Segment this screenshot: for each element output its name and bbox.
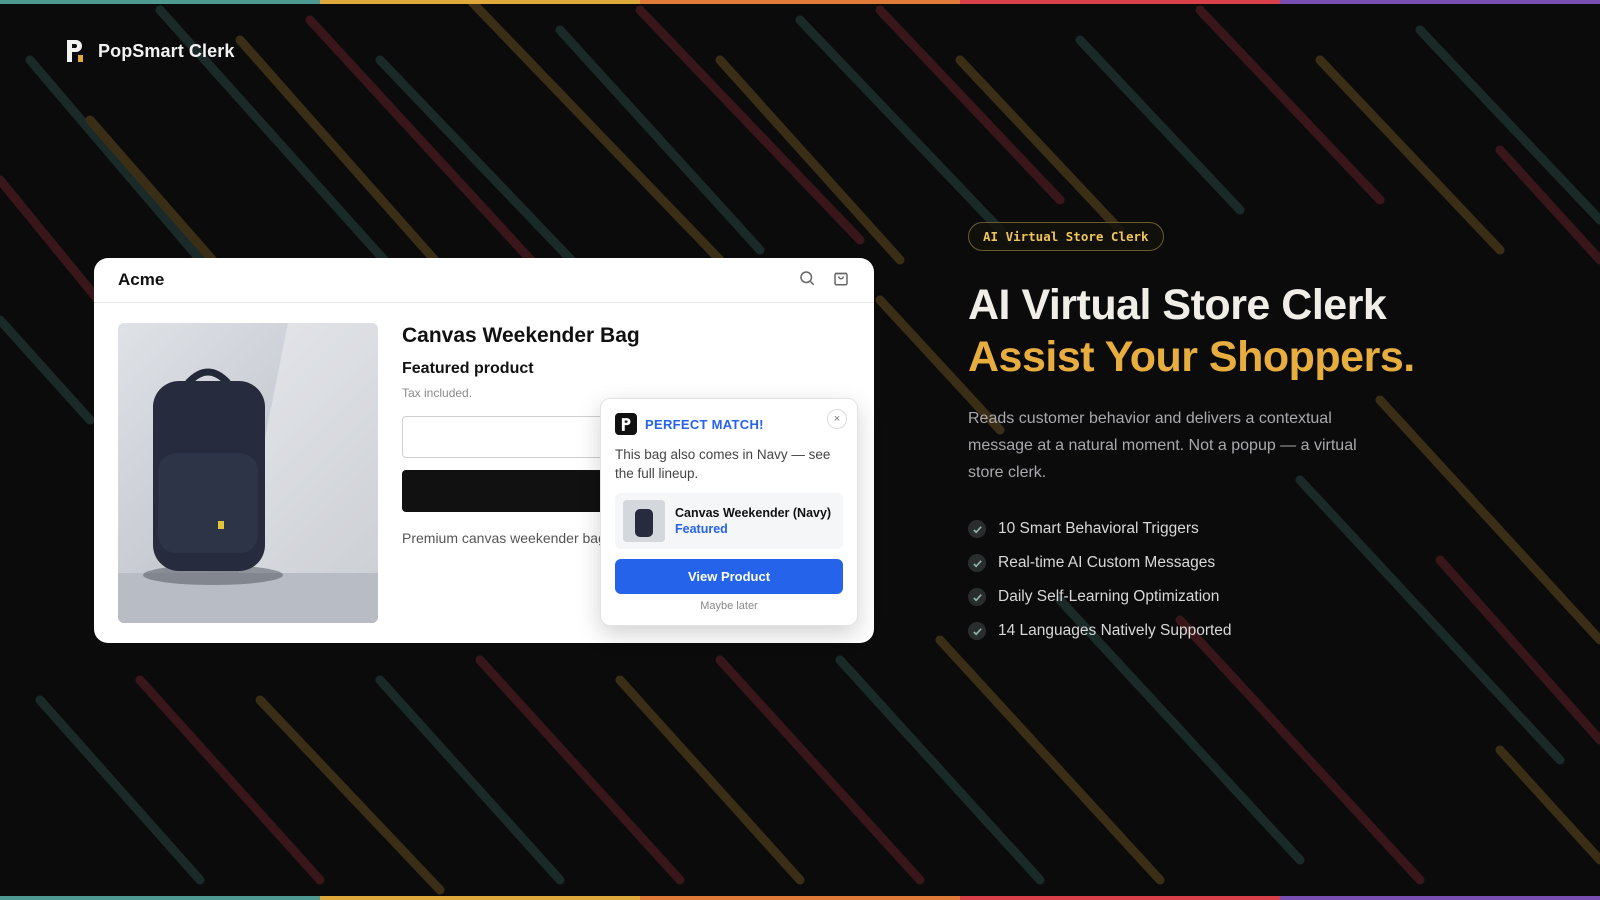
store-header: Acme xyxy=(94,258,874,303)
top-color-stripe xyxy=(0,0,1600,4)
feature-label: 14 Languages Natively Supported xyxy=(998,622,1232,639)
check-icon xyxy=(968,520,986,538)
feature-item: 10 Smart Behavioral Triggers xyxy=(968,512,1528,546)
hero-description: Reads customer behavior and delivers a c… xyxy=(968,410,1357,481)
feature-label: Daily Self-Learning Optimization xyxy=(998,588,1220,605)
feature-item: Daily Self-Learning Optimization xyxy=(968,580,1528,614)
bottom-color-stripe xyxy=(0,896,1600,900)
hero-section: AI Virtual Store Clerk AI Virtual Store … xyxy=(968,222,1528,648)
hero-title: AI Virtual Store Clerk xyxy=(968,281,1387,329)
product-subtitle: Featured product xyxy=(402,360,534,377)
close-icon[interactable]: × xyxy=(827,409,847,429)
brand-name: PopSmart Clerk xyxy=(98,40,235,61)
feature-list: 10 Smart Behavioral Triggers Real-time A… xyxy=(968,512,1528,648)
feature-item: Real-time AI Custom Messages xyxy=(968,546,1528,580)
popup-product-card[interactable]: Canvas Weekender (Navy) Featured xyxy=(615,493,843,549)
view-product-button[interactable]: View Product xyxy=(615,559,843,594)
product-thumbnail xyxy=(623,500,665,542)
store-name[interactable]: Acme xyxy=(118,270,164,290)
popup-product-tag: Featured xyxy=(675,522,728,536)
check-icon xyxy=(968,588,986,606)
check-icon xyxy=(968,622,986,640)
check-icon xyxy=(968,554,986,572)
maybe-later-link[interactable]: Maybe later xyxy=(615,600,843,612)
search-icon[interactable] xyxy=(798,269,816,292)
popsmart-logo-icon xyxy=(615,413,637,435)
shopping-bag-icon[interactable] xyxy=(832,269,850,292)
hero-title-highlight: Assist Your Shoppers. xyxy=(968,333,1415,381)
feature-item: 14 Languages Natively Supported xyxy=(968,614,1528,648)
clerk-popup: PERFECT MATCH! × This bag also comes in … xyxy=(600,398,858,626)
popup-badge: PERFECT MATCH! xyxy=(645,416,764,432)
popup-product-name: Canvas Weekender (Navy) xyxy=(675,506,832,520)
feature-label: 10 Smart Behavioral Triggers xyxy=(998,520,1199,537)
hero-pill: AI Virtual Store Clerk xyxy=(968,222,1164,251)
product-title: Canvas Weekender Bag xyxy=(402,324,640,347)
brand-header[interactable]: PopSmart Clerk xyxy=(64,38,234,64)
popsmart-logo-icon xyxy=(64,38,86,64)
product-image xyxy=(118,323,378,623)
feature-label: Real-time AI Custom Messages xyxy=(998,554,1216,571)
popup-message: This bag also comes in Navy — see the fu… xyxy=(615,447,831,481)
